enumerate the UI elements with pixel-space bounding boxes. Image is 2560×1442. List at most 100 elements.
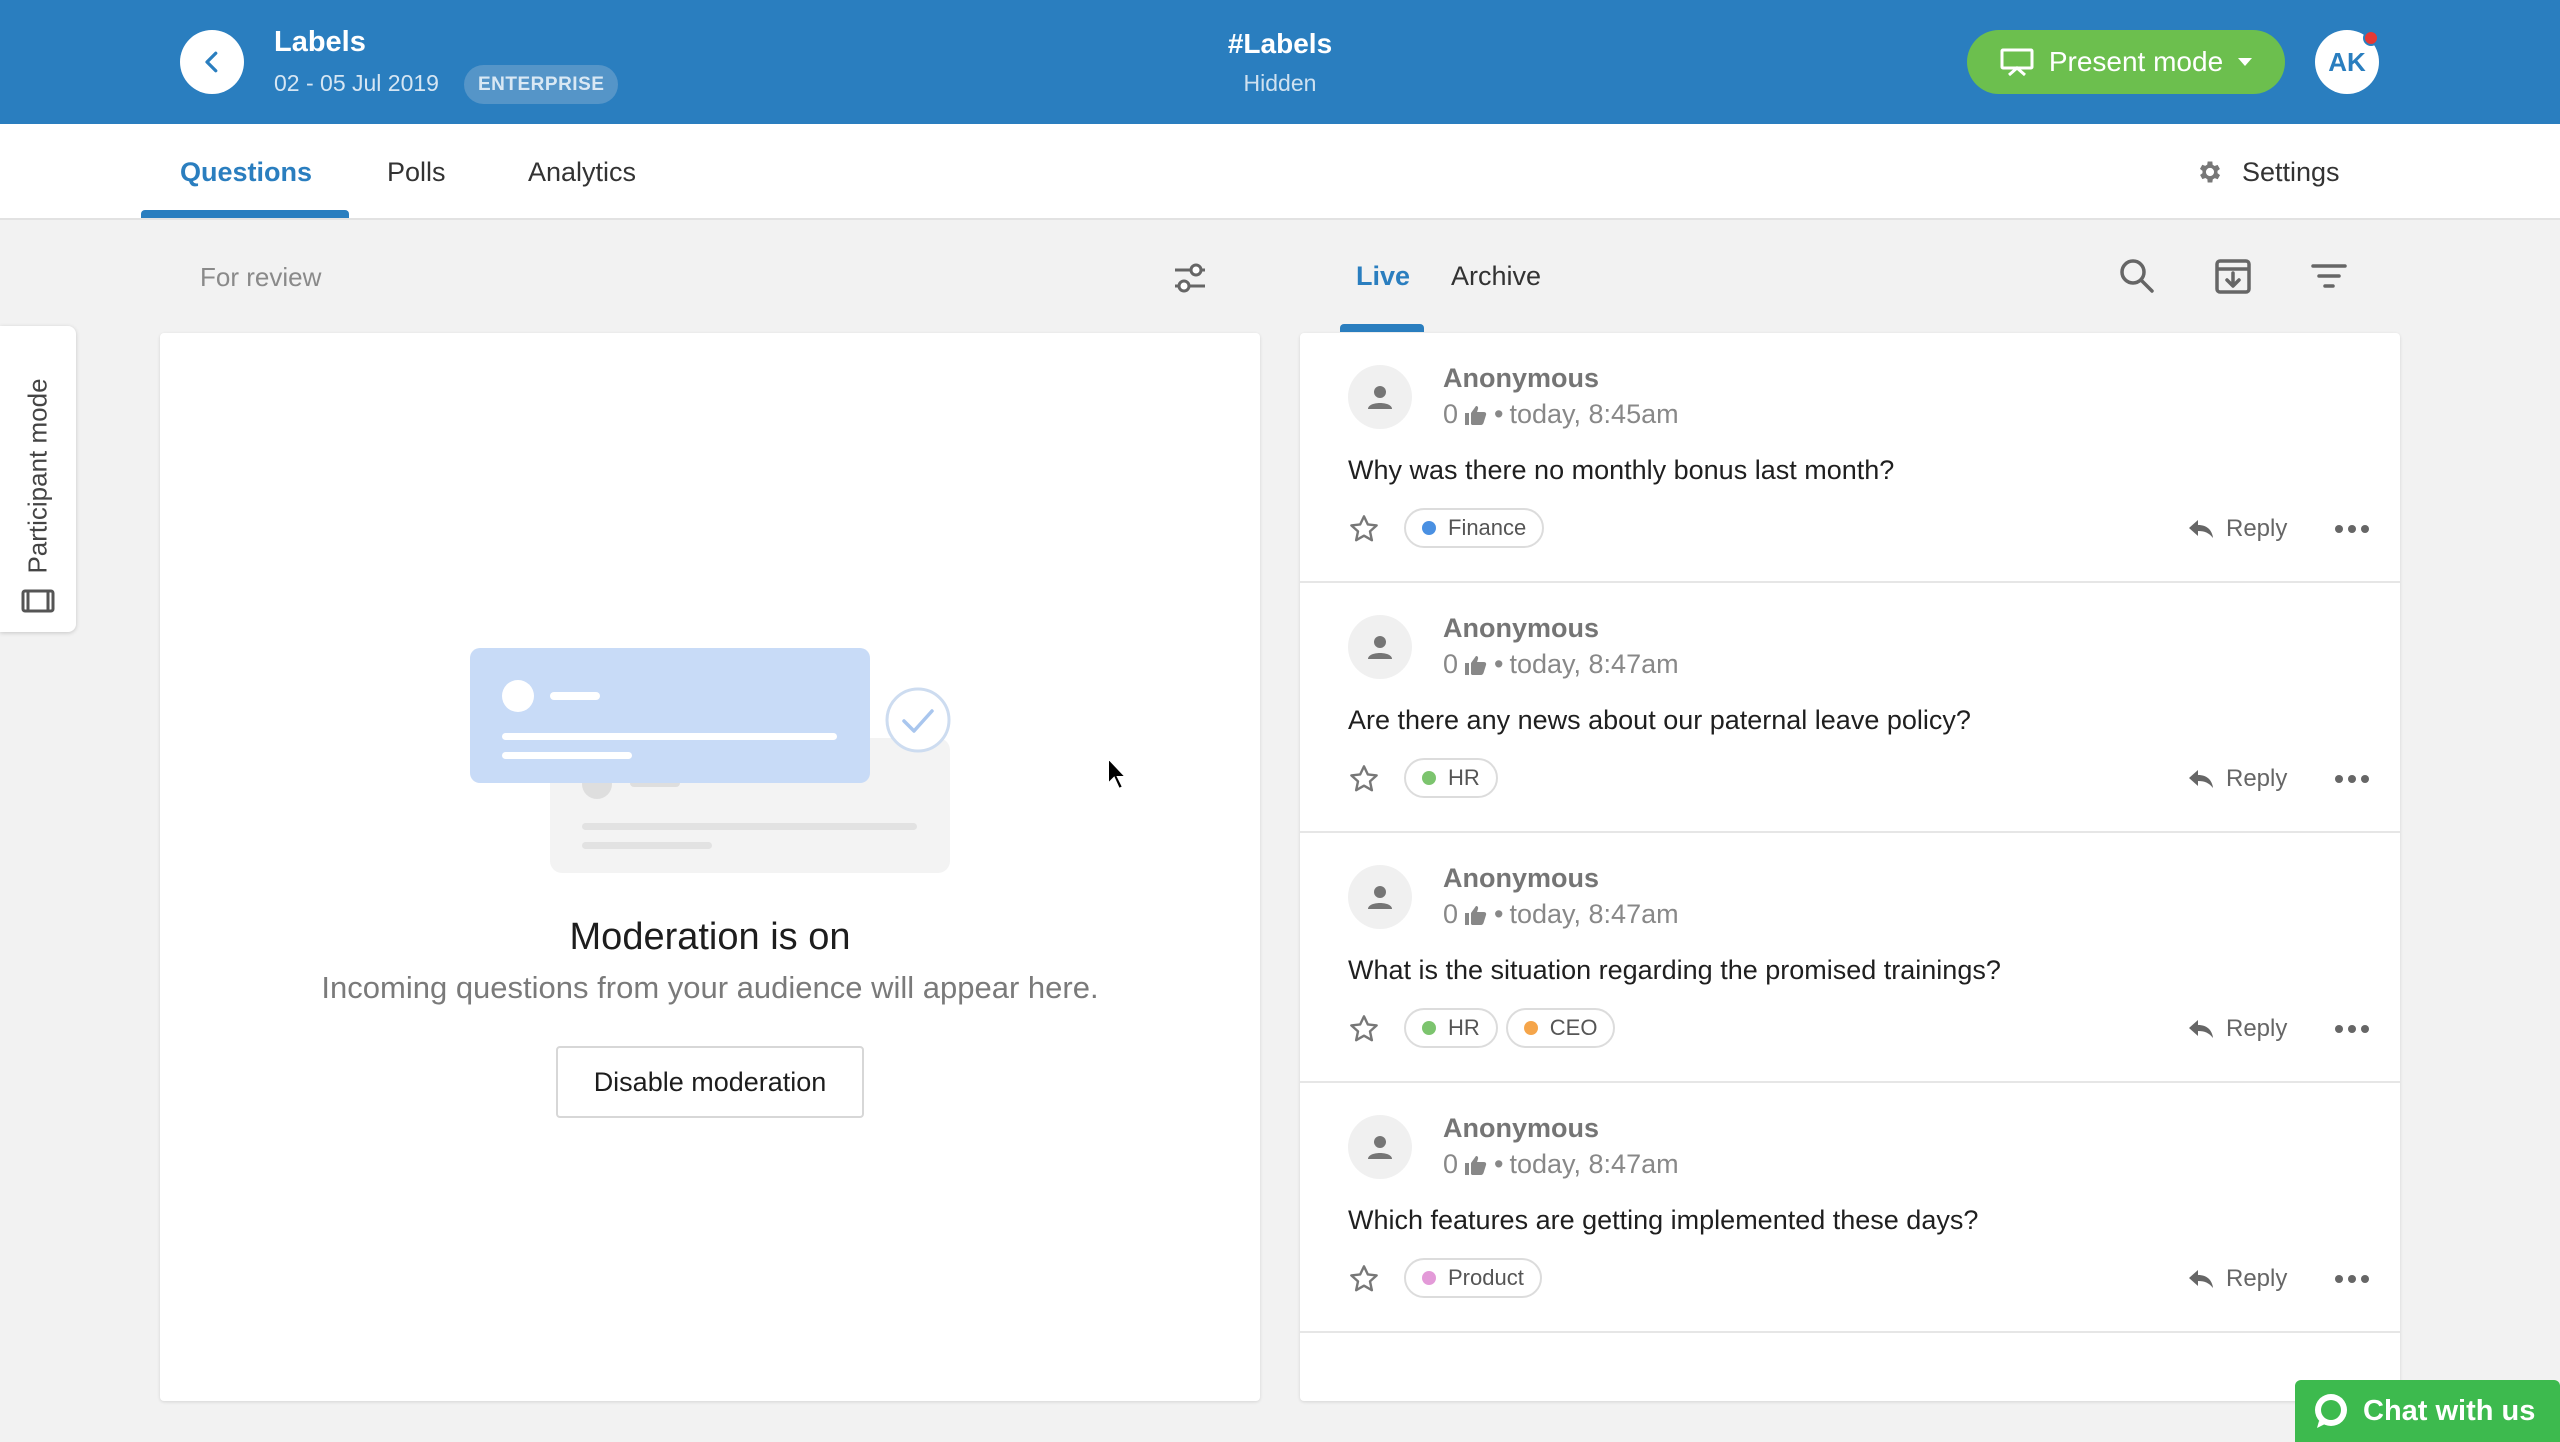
- question-labels: HR: [1404, 758, 1498, 798]
- label-color-dot: [1422, 521, 1436, 535]
- reply-label: Reply: [2226, 1015, 2288, 1042]
- question-meta: 0 • today, 8:47am: [1443, 899, 1679, 930]
- filter-button[interactable]: [2305, 252, 2353, 300]
- notification-dot: [2363, 30, 2379, 46]
- question-labels: HR CEO: [1404, 1008, 1616, 1048]
- like-count: 0: [1443, 399, 1459, 429]
- event-visibility: Hidden: [1243, 70, 1317, 96]
- tab-archive[interactable]: Archive: [1451, 240, 1541, 312]
- more-horizontal-icon: [2335, 775, 2369, 783]
- gear-icon: [2199, 161, 2221, 183]
- question-time: today, 8:47am: [1509, 899, 1679, 929]
- person-icon: [1368, 1136, 1392, 1159]
- meta-separator: •: [1494, 899, 1504, 929]
- question-avatar: [1348, 365, 1412, 429]
- reply-label: Reply: [2226, 765, 2288, 792]
- question-text: Which features are getting implemented t…: [1348, 1205, 1979, 1235]
- reply-button[interactable]: Reply: [2188, 1007, 2287, 1051]
- search-button[interactable]: [2113, 252, 2161, 300]
- star-icon[interactable]: [1348, 1013, 1380, 1045]
- question-meta: 0 • today, 8:47am: [1443, 649, 1679, 680]
- person-icon: [1368, 636, 1392, 659]
- label-name: HR: [1448, 1015, 1480, 1040]
- label-color-dot: [1422, 771, 1436, 785]
- more-horizontal-icon: [2335, 1275, 2369, 1283]
- question-author: Anonymous: [1443, 863, 1600, 893]
- live-questions-list: Anonymous 0 • today, 8:45am Why was ther…: [1300, 333, 2400, 1401]
- meta-separator: •: [1494, 649, 1504, 679]
- question-item[interactable]: Anonymous 0 • today, 8:47am Are there an…: [1300, 583, 2400, 833]
- thumbs-up-icon[interactable]: [1464, 1154, 1488, 1176]
- question-text: Why was there no monthly bonus last mont…: [1348, 455, 1895, 485]
- mouse-cursor-icon: [1107, 756, 1129, 791]
- like-count: 0: [1443, 899, 1459, 929]
- label-color-dot: [1523, 1021, 1538, 1035]
- live-tab-indicator: [1340, 324, 1424, 332]
- star-icon[interactable]: [1348, 1263, 1380, 1295]
- label-chip[interactable]: CEO: [1505, 1008, 1616, 1048]
- participant-mode-tab[interactable]: Participant mode: [0, 326, 76, 632]
- label-name: Finance: [1448, 515, 1527, 540]
- present-mode-button[interactable]: Present mode: [1967, 30, 2285, 94]
- thumbs-up-icon[interactable]: [1464, 654, 1488, 676]
- event-code: #Labels: [1227, 28, 1333, 59]
- more-options-button[interactable]: [2328, 1007, 2376, 1051]
- thumbs-up-icon[interactable]: [1464, 904, 1488, 926]
- chat-bubble-icon: [2315, 1394, 2347, 1428]
- label-chip[interactable]: HR: [1404, 758, 1498, 798]
- question-item[interactable]: Anonymous 0 • today, 8:47am Which featur…: [1300, 1083, 2400, 1333]
- star-icon[interactable]: [1348, 763, 1380, 795]
- more-horizontal-icon: [2335, 1025, 2369, 1033]
- event-dates: 02 - 05 Jul 2019: [274, 70, 439, 96]
- label-chip[interactable]: HR: [1404, 1008, 1498, 1048]
- empty-state-description: Incoming questions from your audience wi…: [321, 970, 1099, 1005]
- tab-analytics[interactable]: Analytics: [528, 124, 636, 220]
- question-meta: 0 • today, 8:47am: [1443, 1149, 1679, 1180]
- tab-live[interactable]: Live: [1356, 240, 1410, 312]
- question-author: Anonymous: [1443, 363, 1600, 393]
- tab-polls[interactable]: Polls: [387, 124, 446, 220]
- question-labels: Finance: [1404, 508, 1545, 548]
- label-chip[interactable]: Product: [1404, 1258, 1542, 1298]
- label-color-dot: [1422, 1271, 1436, 1285]
- question-item[interactable]: Anonymous 0 • today, 8:47am What is the …: [1300, 833, 2400, 1083]
- filter-icon: [2311, 264, 2347, 288]
- active-tab-indicator: [141, 210, 349, 218]
- reply-button[interactable]: Reply: [2188, 1257, 2287, 1301]
- archive-button[interactable]: [2209, 252, 2257, 300]
- question-text: What is the situation regarding the prom…: [1348, 955, 2001, 985]
- disable-moderation-button[interactable]: Disable moderation: [556, 1046, 864, 1118]
- label-chip[interactable]: Finance: [1404, 508, 1545, 548]
- question-time: today, 8:47am: [1509, 1149, 1679, 1179]
- caret-down-icon: [2238, 58, 2253, 66]
- more-options-button[interactable]: [2328, 757, 2376, 801]
- more-options-button[interactable]: [2328, 507, 2376, 551]
- reply-button[interactable]: Reply: [2188, 507, 2287, 551]
- sliders-icon[interactable]: [1170, 258, 1210, 298]
- search-icon: [2120, 259, 2154, 293]
- main-tabs: Questions Polls Analytics: [0, 124, 2560, 220]
- reply-label: Reply: [2226, 1265, 2288, 1292]
- screen-icon: [21, 589, 55, 613]
- question-meta: 0 • today, 8:45am: [1443, 399, 1679, 430]
- chat-widget-button[interactable]: Chat with us: [2295, 1380, 2560, 1442]
- star-icon[interactable]: [1348, 513, 1380, 545]
- more-options-button[interactable]: [2328, 1257, 2376, 1301]
- moderation-illustration: [470, 648, 951, 873]
- tab-questions[interactable]: Questions: [180, 124, 312, 220]
- more-horizontal-icon: [2335, 525, 2369, 533]
- reply-label: Reply: [2226, 515, 2288, 542]
- back-button[interactable]: [180, 30, 244, 94]
- label-color-dot: [1422, 1021, 1436, 1035]
- present-mode-label: Present mode: [2048, 46, 2224, 77]
- meta-separator: •: [1494, 399, 1504, 429]
- question-item[interactable]: Anonymous 0 • today, 8:45am Why was ther…: [1300, 333, 2400, 583]
- reply-icon: [2189, 1270, 2213, 1288]
- empty-state-title: Moderation is on: [569, 916, 851, 958]
- top-bar: Labels 02 - 05 Jul 2019 ENTERPRISE #Labe…: [0, 0, 2560, 124]
- thumbs-up-icon[interactable]: [1464, 404, 1488, 426]
- question-avatar: [1348, 1115, 1412, 1179]
- question-avatar: [1348, 615, 1412, 679]
- reply-button[interactable]: Reply: [2188, 757, 2287, 801]
- settings-button[interactable]: Settings: [2196, 124, 2340, 220]
